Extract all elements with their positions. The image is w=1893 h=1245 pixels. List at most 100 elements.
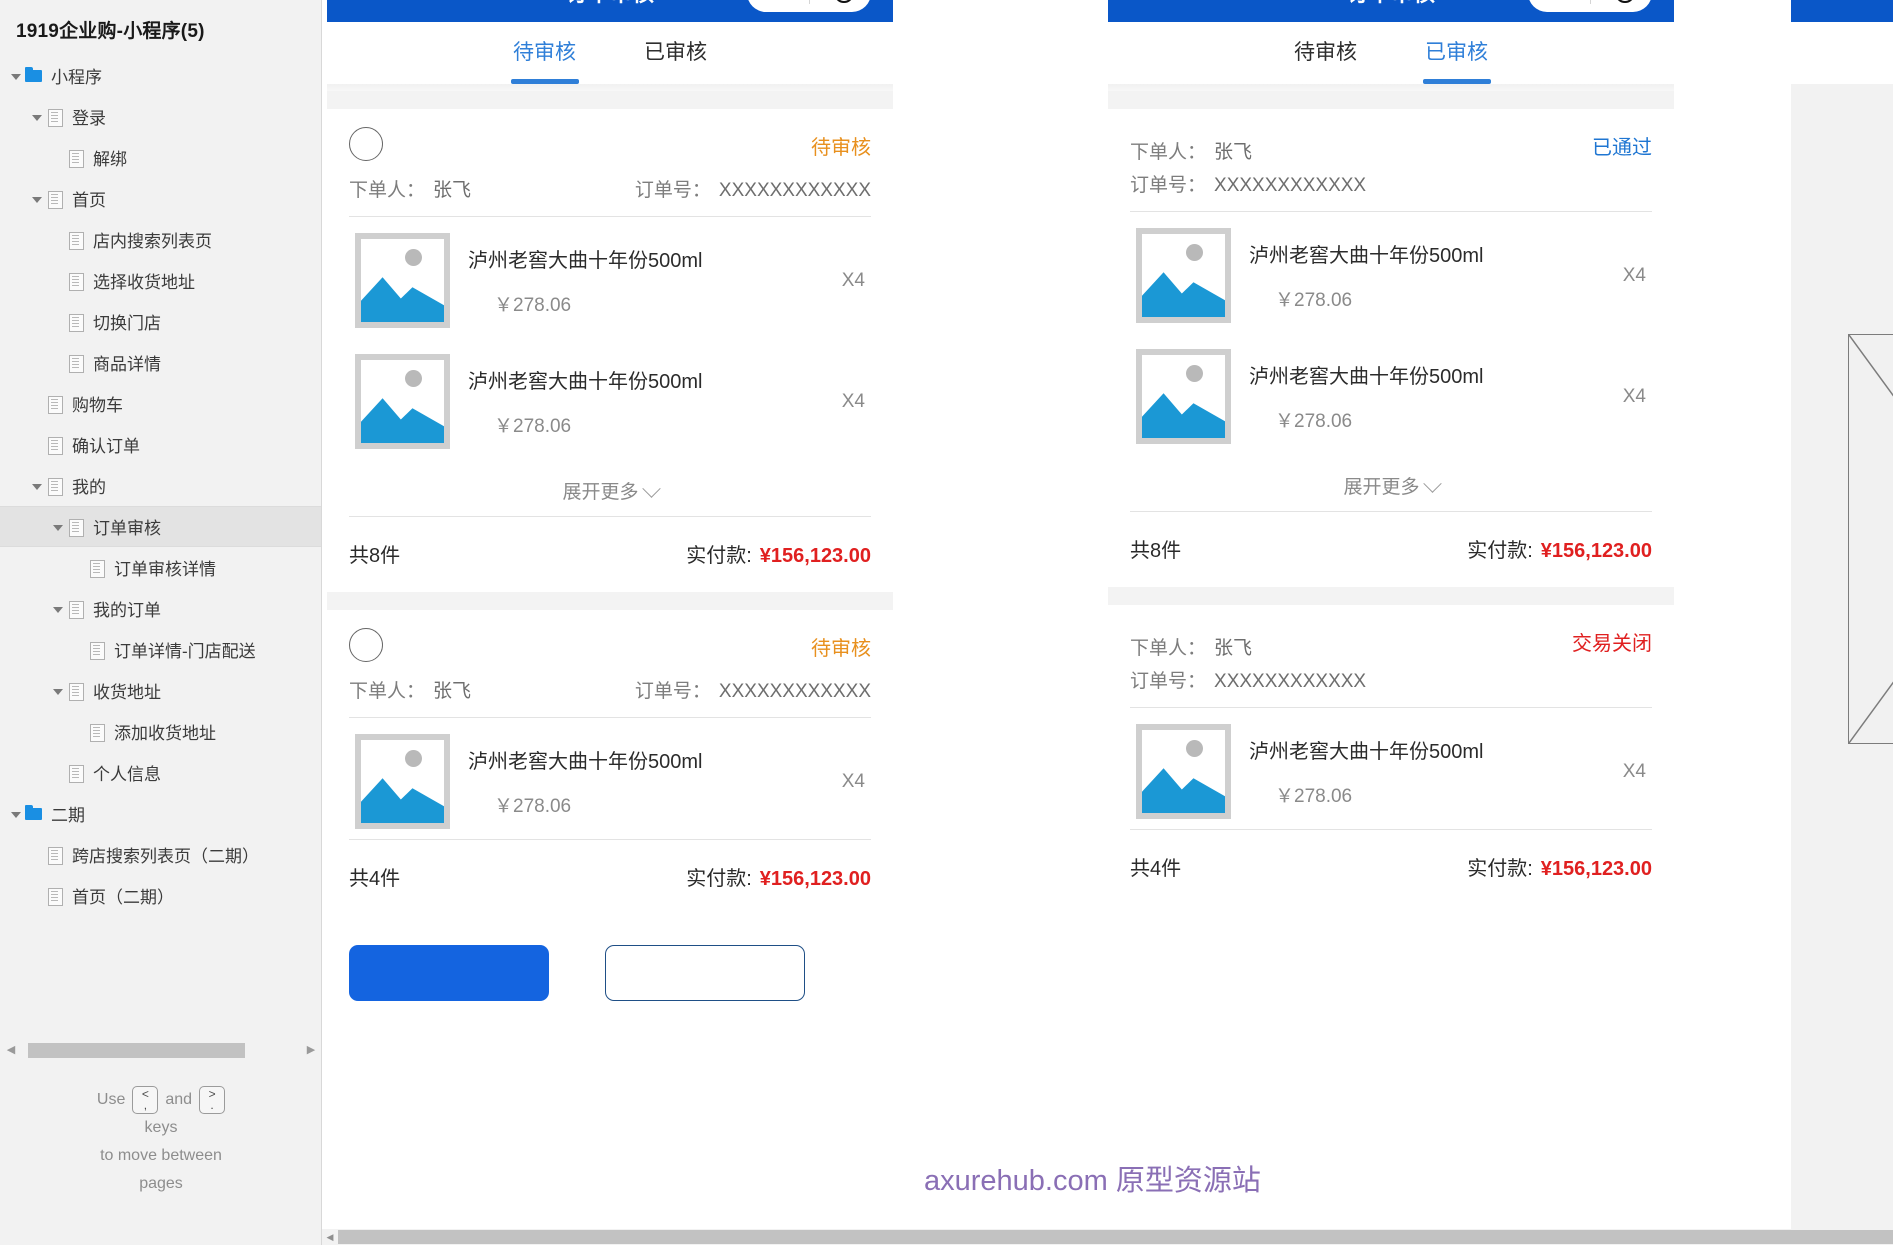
tab-reviewed[interactable]: 已审核 (1425, 36, 1488, 70)
tab-pending[interactable]: 待审核 (513, 36, 576, 70)
sidebar-item-9[interactable]: 确认订单 (0, 424, 321, 465)
order-card[interactable]: 已通过 下单人： 张飞 订单号： XXXXXXXXXXXX 泸州老窖大曲十年份500ml ￥… (1108, 109, 1674, 587)
capsule-divider (809, 0, 810, 4)
sidebar-horizontal-scrollbar[interactable]: ◀ ▶ (0, 1038, 321, 1062)
product-row: 泸州老窖大曲十年份500ml ￥278.06 X4 (1130, 333, 1652, 454)
sidebar-item-15[interactable]: 收货地址 (0, 670, 321, 711)
canvas-horizontal-scrollbar[interactable]: ◀ (322, 1229, 1893, 1245)
sidebar-item-16[interactable]: 添加收货地址 (0, 711, 321, 752)
expand-more-button[interactable]: 展开更多 (349, 459, 871, 516)
buyer-value: 张飞 (1214, 638, 1253, 659)
product-image-placeholder-icon (355, 734, 450, 829)
scrollbar-track[interactable] (22, 1042, 300, 1058)
sidebar-item-18[interactable]: 二期 (0, 793, 321, 834)
order-no-label: 订单号： (634, 180, 711, 201)
sidebar-item-11[interactable]: 订单审核 (0, 506, 321, 547)
hint-and-text: and (165, 1091, 193, 1108)
product-info: 泸州老窖大曲十年份500ml ￥278.06 (450, 244, 842, 317)
canvas-scrollbar-thumb[interactable] (338, 1230, 1893, 1244)
sidebar-item-label: 商品详情 (93, 355, 161, 374)
order-card-header: 已通过 下单人： 张飞 订单号： XXXXXXXXXXXX (1130, 109, 1652, 197)
pay-label: 实付款: (686, 545, 752, 567)
sidebar-item-6[interactable]: 切换门店 (0, 301, 321, 342)
chevron-down-icon[interactable] (50, 683, 66, 699)
expand-more-label: 展开更多 (562, 482, 639, 503)
product-row: 泸州老窖大曲十年份500ml ￥278.06 X4 (349, 718, 871, 839)
expand-more-button[interactable]: 展开更多 (1130, 454, 1652, 511)
wechat-capsule-buttons[interactable] (1528, 0, 1652, 12)
product-quantity: X4 (841, 390, 865, 412)
card-separator (327, 91, 893, 109)
close-program-icon[interactable] (834, 0, 854, 3)
status-badge: 交易关闭 (1572, 633, 1652, 655)
reject-button[interactable] (605, 945, 805, 1001)
order-no-value: XXXXXXXXXXXX (1214, 175, 1367, 196)
item-count: 共8件 (1130, 540, 1182, 562)
item-count: 共4件 (1130, 858, 1182, 880)
close-program-icon[interactable] (1615, 0, 1635, 3)
scroll-right-arrow-icon[interactable]: ▶ (300, 1044, 321, 1056)
chevron-down-icon[interactable] (50, 519, 66, 535)
wechat-capsule-buttons[interactable] (747, 0, 871, 12)
sidebar-item-10[interactable]: 我的 (0, 465, 321, 506)
product-price: ￥278.06 (1275, 786, 1353, 807)
sidebar-item-14[interactable]: 订单详情-门店配送 (0, 629, 321, 670)
sidebar-item-7[interactable]: 商品详情 (0, 342, 321, 383)
sidebar-item-13[interactable]: 我的订单 (0, 588, 321, 629)
buyer-label: 下单人： (349, 681, 426, 702)
chevron-down-icon[interactable] (29, 478, 45, 494)
sidebar-item-2[interactable]: 解绑 (0, 137, 321, 178)
sidebar-item-4[interactable]: 店内搜索列表页 (0, 219, 321, 260)
sidebar-item-1[interactable]: 登录 (0, 96, 321, 137)
chevron-down-icon[interactable] (29, 191, 45, 207)
scrollbar-thumb[interactable] (28, 1042, 245, 1058)
buyer-value: 张飞 (1214, 142, 1253, 163)
chevron-down-icon[interactable] (50, 601, 66, 617)
page-icon (66, 354, 86, 373)
sidebar-item-label: 首页 (72, 191, 106, 210)
tab-pending[interactable]: 待审核 (1294, 36, 1357, 70)
order-card[interactable]: 交易关闭 下单人： 张飞 订单号： XXXXXXXXXXXX 泸州老窖大曲十年份500ml… (1108, 605, 1674, 905)
canvas-scroll-left-icon[interactable]: ◀ (322, 1232, 338, 1243)
sidebar-item-19[interactable]: 跨店搜索列表页（二期） (0, 834, 321, 875)
sidebar-item-label: 我的订单 (93, 601, 161, 620)
sidebar-item-5[interactable]: 选择收货地址 (0, 260, 321, 301)
order-card[interactable]: 待审核 下单人： 张飞 订单号： XXXXXXXXXXXX 泸州老窖大曲十年份500ml ￥… (327, 109, 893, 592)
chevron-down-icon[interactable] (8, 68, 24, 84)
sidebar-item-12[interactable]: 订单审核详情 (0, 547, 321, 588)
page-icon (66, 149, 86, 168)
phone-screen-pending-review: 订单审核 待审核已审核 待审核下单人：张飞订单号：XXXXXXXXXXXX泸州老… (327, 0, 893, 1231)
prev-key-bottom-glyph: , (143, 1098, 148, 1113)
item-count: 共4件 (349, 868, 401, 890)
review-tabs-p1: 待审核 已审核 (327, 22, 893, 84)
select-order-radio[interactable] (349, 127, 383, 161)
item-count: 共8件 (349, 545, 401, 567)
order-no-label: 订单号： (634, 681, 711, 702)
buyer-label: 下单人： (1130, 142, 1207, 163)
hint-line-3: to move between (100, 1147, 222, 1164)
product-info: 泸州老窖大曲十年份500ml ￥278.06 (1231, 239, 1623, 312)
sidebar-item-3[interactable]: 首页 (0, 178, 321, 219)
order-card[interactable]: 待审核 下单人： 张飞 订单号： XXXXXXXXXXXX 泸州老窖大曲十年份500ml ￥… (327, 610, 893, 915)
order-no-label: 订单号： (1130, 671, 1207, 692)
sidebar-item-label: 确认订单 (72, 437, 140, 456)
sidebar-item-20[interactable]: 首页（二期） (0, 875, 321, 916)
sun-icon (405, 370, 422, 387)
scroll-left-arrow-icon[interactable]: ◀ (0, 1044, 22, 1056)
chevron-down-icon[interactable] (8, 806, 24, 822)
chevron-down-icon[interactable] (29, 109, 45, 125)
page-icon (45, 887, 65, 906)
approve-button[interactable] (349, 945, 549, 1001)
tab-reviewed[interactable]: 已审核 (644, 36, 707, 70)
sidebar-item-17[interactable]: 个人信息 (0, 752, 321, 793)
order-no-row: 订单号： XXXXXXXXXXXX (1130, 666, 1652, 693)
select-order-radio[interactable] (349, 628, 383, 662)
sidebar-item-8[interactable]: 购物车 (0, 383, 321, 424)
sidebar-item-0[interactable]: 小程序 (0, 55, 321, 96)
page-icon (66, 682, 86, 701)
